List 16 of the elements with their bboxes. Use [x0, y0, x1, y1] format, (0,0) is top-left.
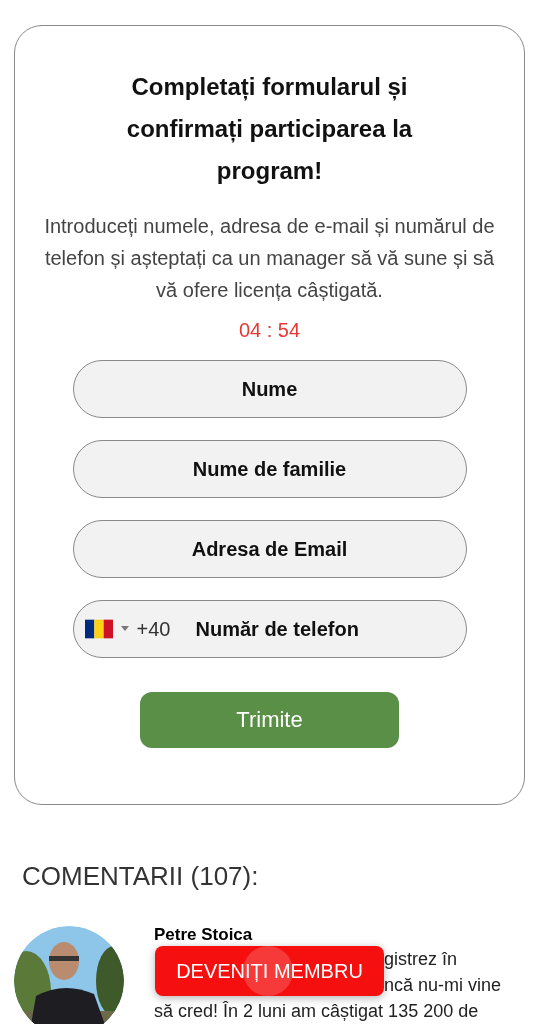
countdown-timer: 04 : 54	[238, 318, 301, 342]
input-field[interactable]: Nume de familie	[72, 440, 467, 498]
input-field[interactable]: Adresa de Email	[72, 520, 467, 578]
caret-icon[interactable]	[120, 626, 129, 632]
form-title: Completați formularul și confirmați participarea la program!	[125, 72, 414, 186]
comment-text: gistrez în	[384, 949, 458, 969]
comments-heading: COMENTARII (107):	[22, 860, 260, 892]
input-field[interactable]: Nume	[72, 360, 467, 418]
comment-text: să cred! În 2 luni am câștigat 135 200 de	[154, 1001, 479, 1021]
comment-text: ncă nu-mi vine	[384, 975, 502, 995]
submit-button[interactable]: Trimite	[140, 692, 399, 748]
flag-icon	[84, 619, 113, 639]
comment-author: Petre Stoica	[154, 926, 254, 944]
form-description: Introduceți numele, adresa de e-mail și numărul de telefon și așteptați ca un manager să vă sune și să vă ofere licența câștigată.	[43, 214, 496, 303]
join-button[interactable]: DEVENIȚI MEMBRU	[155, 946, 384, 996]
dial-code: +40	[136, 617, 171, 641]
